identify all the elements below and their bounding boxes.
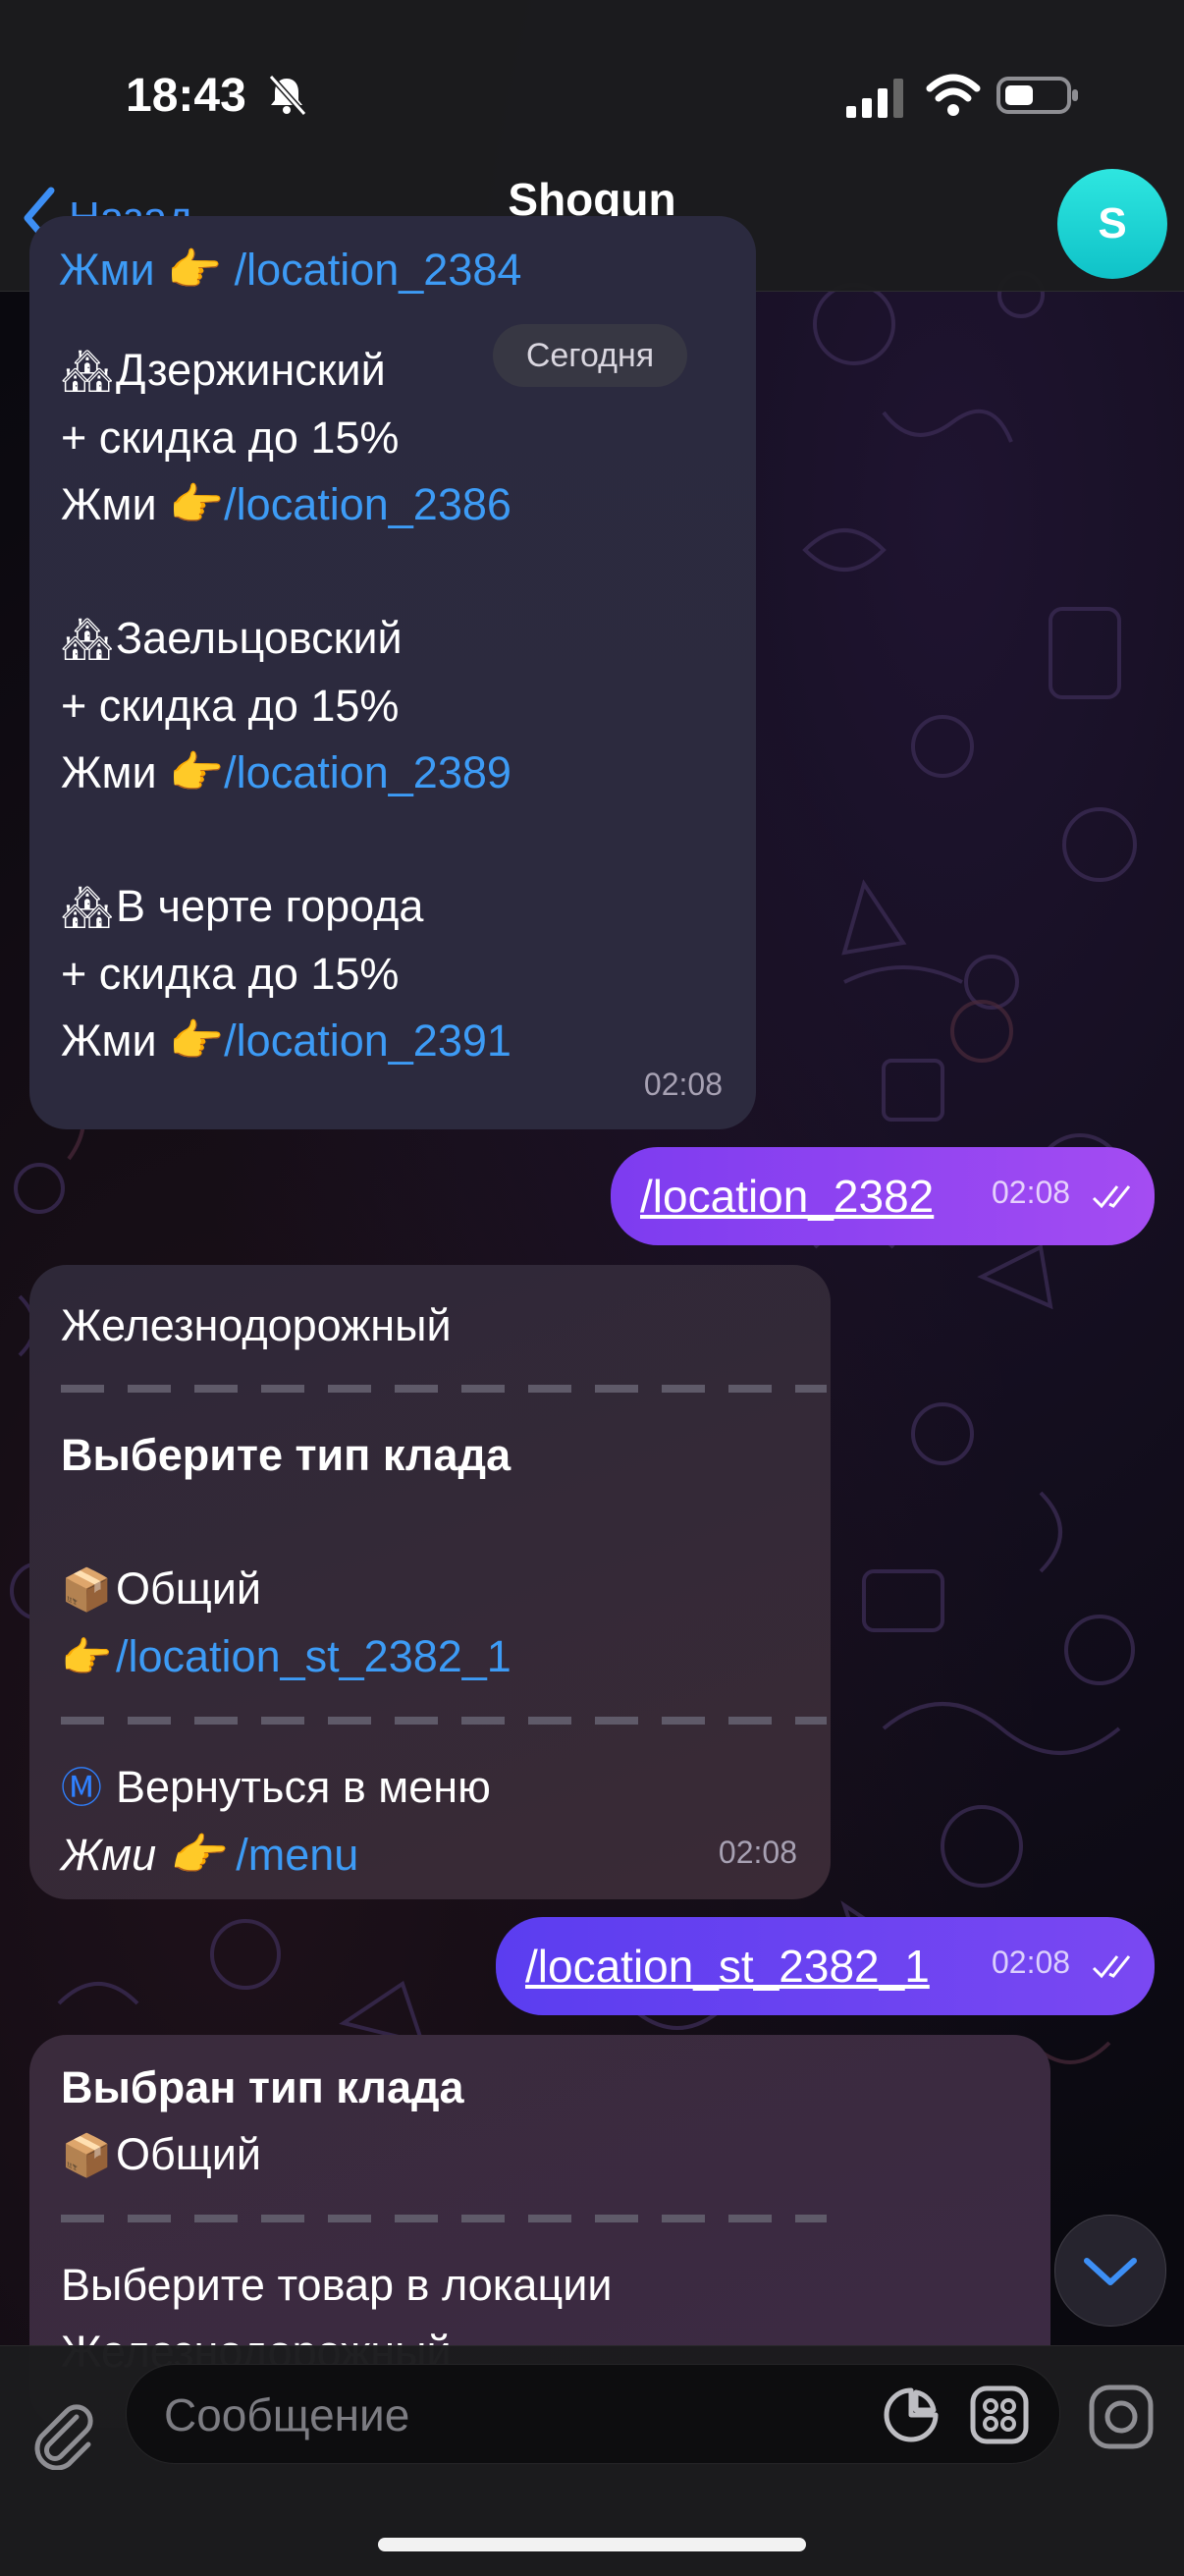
- package-icon: 📦: [61, 2131, 113, 2179]
- district-title: Железнодорожный: [61, 1300, 452, 1350]
- houses-icon: 🏘: [61, 347, 114, 395]
- divider: [61, 1385, 827, 1393]
- avatar-letter: S: [1098, 199, 1127, 247]
- cta-text: Жми 👉: [61, 479, 225, 529]
- avatar[interactable]: S: [1057, 169, 1167, 279]
- section-heading: Выберите тип клада: [61, 1430, 511, 1480]
- status-time: 18:43: [126, 70, 246, 122]
- cta-text: Жми 👉: [61, 1830, 224, 1880]
- mute-bell-icon: [268, 74, 307, 116]
- location-link[interactable]: /location_2386: [224, 479, 511, 529]
- scroll-down-button[interactable]: [1054, 2215, 1166, 2327]
- battery-icon: [996, 77, 1078, 114]
- divider: [61, 2215, 827, 2222]
- list-item: 🏘В черте города + скидка до 15% Жми 👉/lo…: [61, 873, 725, 1074]
- location-link[interactable]: /location_2389: [224, 747, 511, 797]
- double-check-icon: [1092, 1185, 1131, 1209]
- outgoing-command[interactable]: /location_2382: [640, 1171, 934, 1222]
- location-name: В черте города: [116, 881, 424, 931]
- message-time: 02:08: [718, 1835, 797, 1870]
- location-link[interactable]: /location_2391: [224, 1015, 511, 1066]
- message-field: [126, 2364, 1060, 2465]
- cta-text: Жми 👉: [61, 747, 225, 797]
- message-input-bar: [0, 2345, 1184, 2576]
- sticker-icon[interactable]: [883, 2386, 940, 2443]
- message-time: 02:08: [992, 1175, 1071, 1210]
- houses-icon: 🏘: [61, 615, 114, 663]
- home-indicator: [378, 2538, 806, 2551]
- menu-label: Вернуться в меню: [116, 1762, 491, 1812]
- date-chip: Сегодня: [493, 324, 687, 387]
- metro-icon: Ⓜ: [61, 1764, 103, 1812]
- outgoing-message[interactable]: /location_2382 02:08: [611, 1147, 1155, 1245]
- location-name: Дзержинский: [116, 345, 386, 395]
- location-name: Заельцовский: [116, 613, 403, 663]
- message-time: 02:08: [643, 1067, 723, 1102]
- cta-text: Жми 👉: [61, 1015, 225, 1066]
- houses-icon: 🏘: [61, 883, 114, 931]
- outgoing-message[interactable]: /location_st_2382_1 02:08: [496, 1917, 1155, 2015]
- camera-icon[interactable]: [1086, 2382, 1157, 2452]
- package-icon: 📦: [61, 1565, 113, 1614]
- paperclip-icon[interactable]: [26, 2395, 100, 2470]
- message-time: 02:08: [992, 1945, 1071, 1980]
- discount-text: + скидка до 15%: [61, 949, 400, 999]
- cellular-signal-icon: [846, 79, 903, 118]
- chevron-down-icon: [1084, 2258, 1137, 2285]
- pointing-hand-icon: 👉: [61, 1633, 113, 1681]
- type-label: Общий: [116, 2129, 262, 2179]
- bot-menu-icon[interactable]: [969, 2384, 1030, 2445]
- prompt-text: Выберите товар в локации: [61, 2260, 613, 2310]
- option-label: Общий: [116, 1563, 262, 1614]
- section-heading: Выбран тип клада: [61, 2062, 464, 2112]
- outgoing-command[interactable]: /location_st_2382_1: [525, 1941, 930, 1992]
- message-bubble-type-select[interactable]: Железнодорожный Выберите тип клада 📦Общи…: [29, 1265, 831, 1899]
- discount-text: + скидка до 15%: [61, 681, 400, 731]
- wifi-icon: [926, 74, 981, 116]
- discount-text: + скидка до 15%: [61, 412, 400, 463]
- divider: [61, 1717, 827, 1725]
- partial-link-text: Жми 👉 /location_2384: [59, 245, 522, 295]
- message-input[interactable]: [162, 2365, 892, 2465]
- double-check-icon: [1092, 1955, 1131, 1979]
- list-item: 🏘Заельцовский + скидка до 15% Жми 👉/loca…: [61, 605, 725, 806]
- menu-link[interactable]: /menu: [236, 1830, 358, 1880]
- option-link[interactable]: /location_st_2382_1: [116, 1631, 511, 1681]
